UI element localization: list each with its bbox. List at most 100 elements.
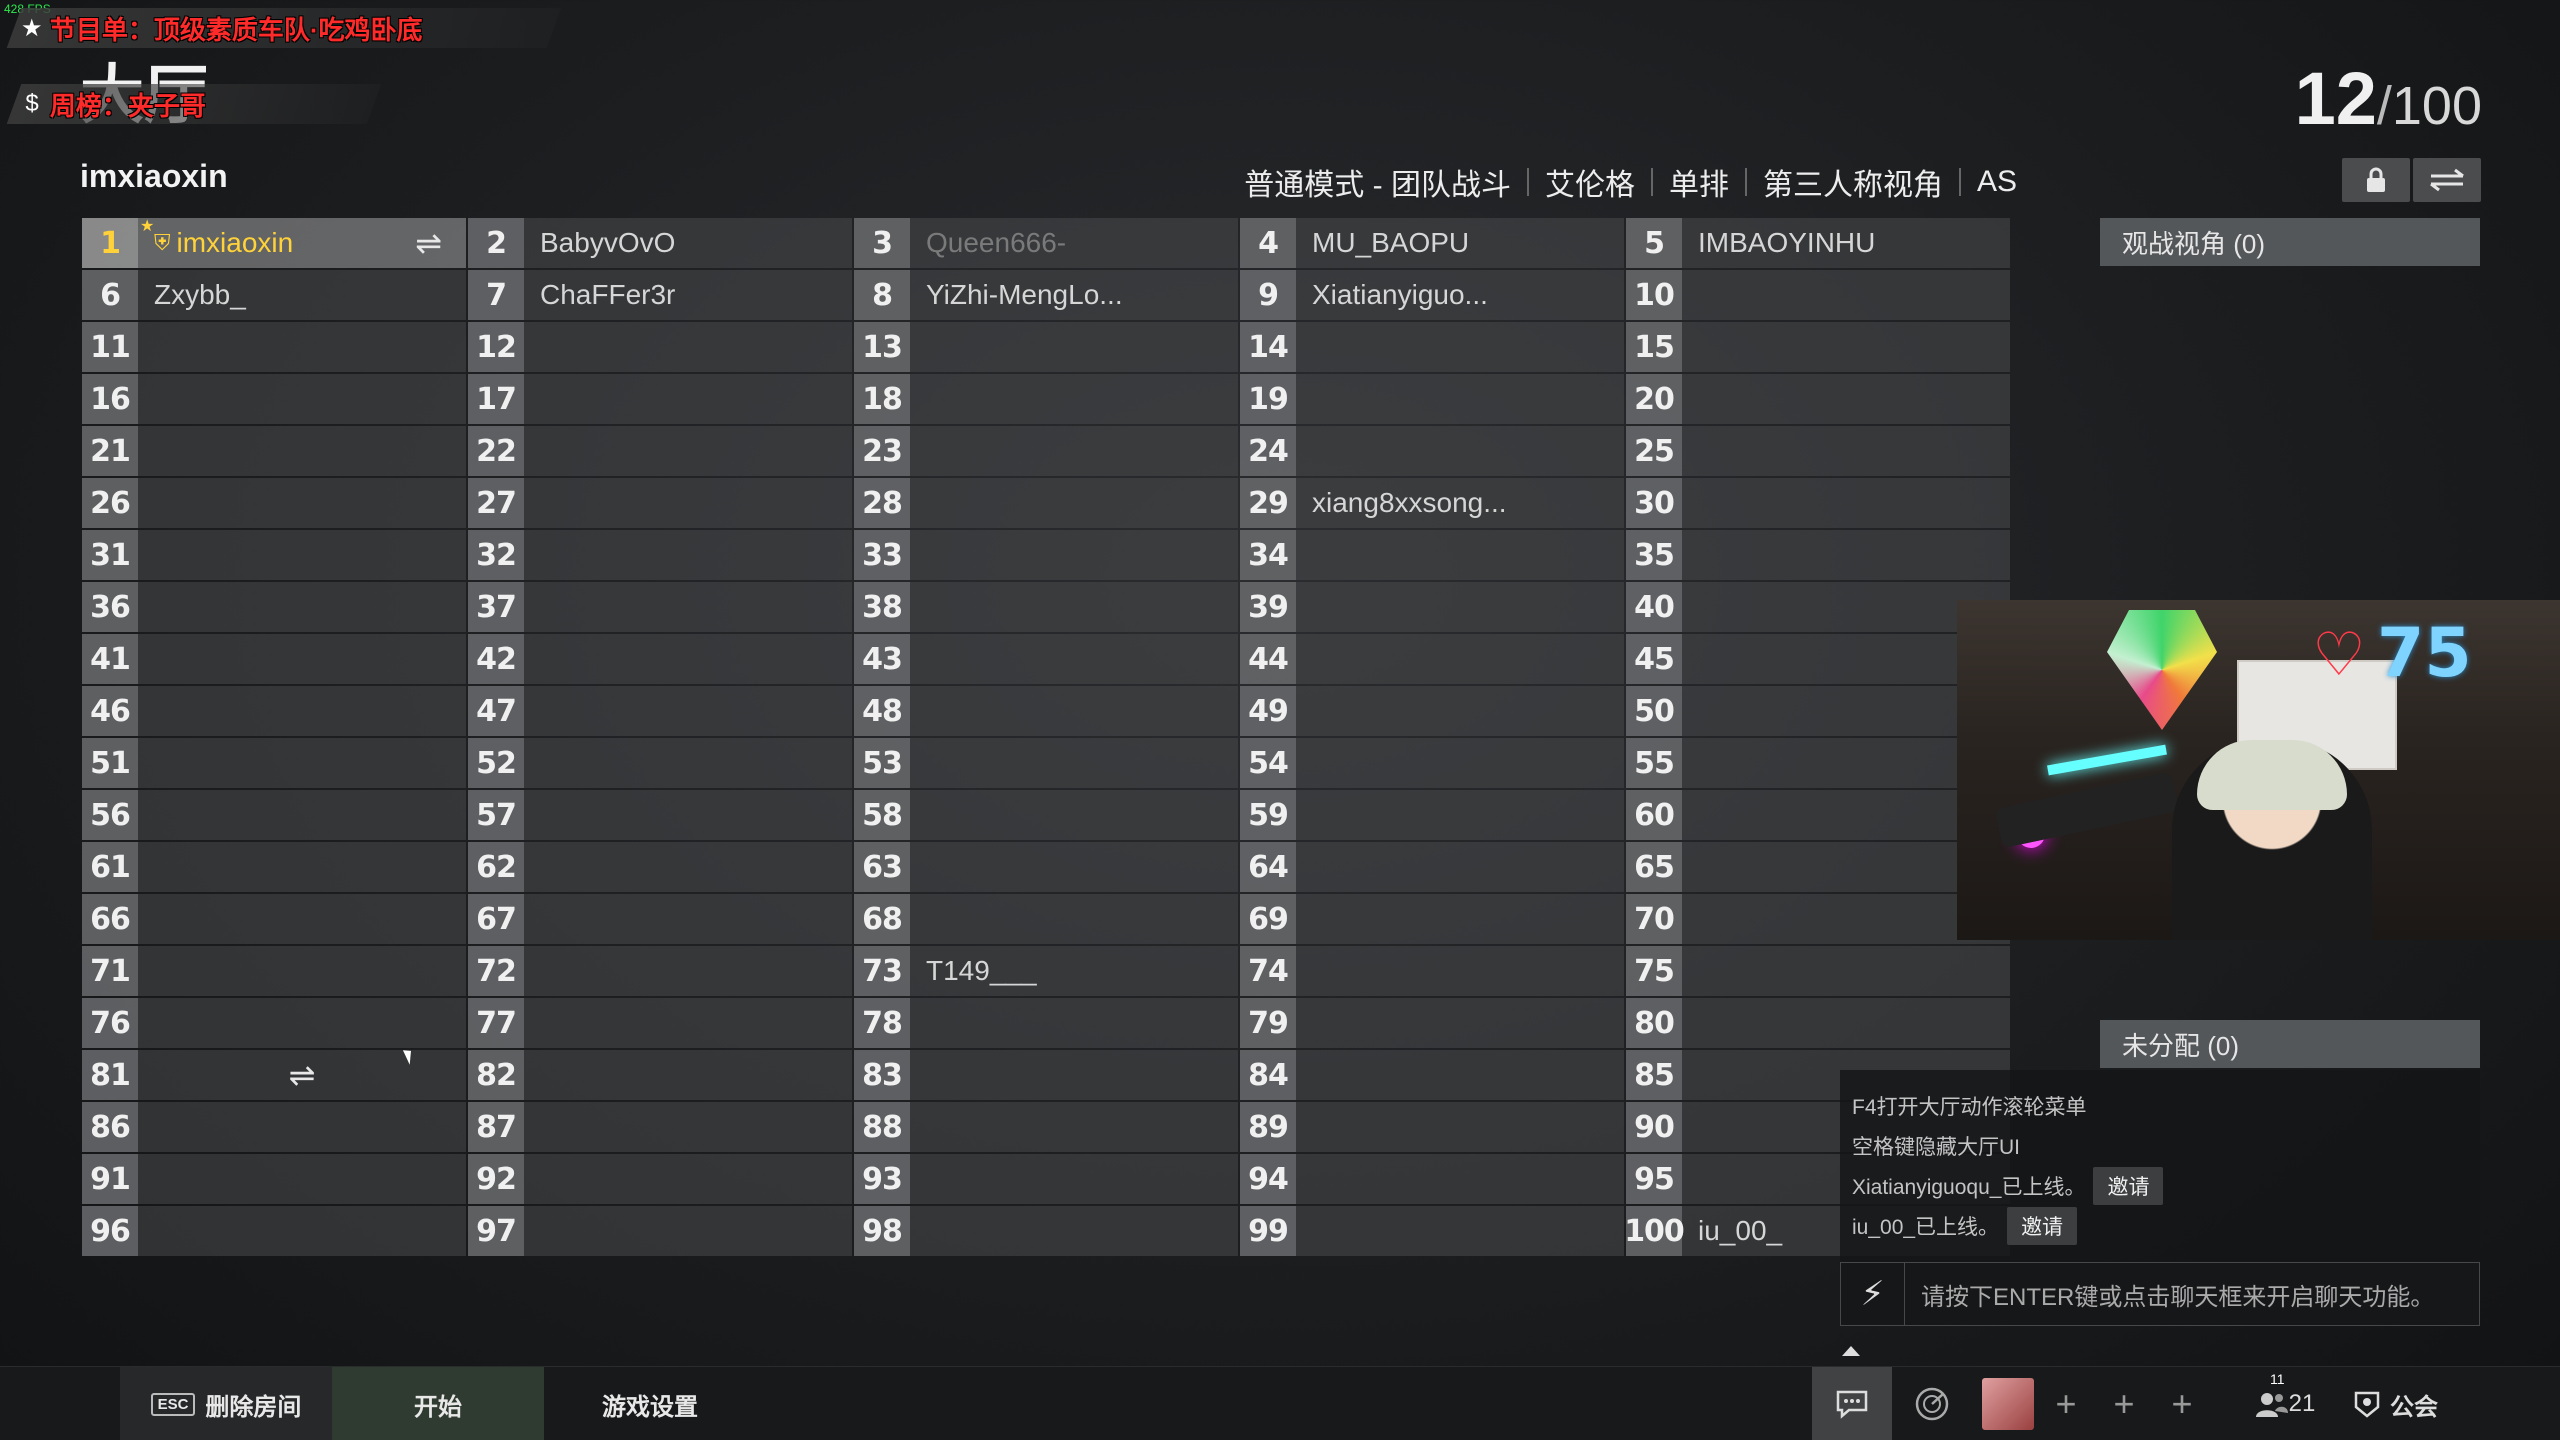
player-slot[interactable]: 13 bbox=[854, 322, 1238, 372]
player-slot[interactable]: 62 bbox=[468, 842, 852, 892]
player-slot[interactable]: 35 bbox=[1626, 530, 2010, 580]
radar-button[interactable] bbox=[1892, 1367, 1972, 1440]
player-slot[interactable]: 64 bbox=[1240, 842, 1624, 892]
player-slot[interactable]: 56 bbox=[82, 790, 466, 840]
player-slot[interactable]: 14 bbox=[1240, 322, 1624, 372]
player-slot[interactable]: 32 bbox=[468, 530, 852, 580]
invite-button[interactable]: 邀请 bbox=[2093, 1167, 2164, 1205]
player-slot[interactable]: 9 Xiatianyiguo... bbox=[1240, 270, 1624, 320]
player-slot[interactable]: 74 bbox=[1240, 946, 1624, 996]
add-party-member-button[interactable]: + bbox=[2038, 1367, 2094, 1440]
player-slot[interactable]: 53 bbox=[854, 738, 1238, 788]
player-slot[interactable]: 58 bbox=[854, 790, 1238, 840]
lightning-icon[interactable]: ⚡ bbox=[1841, 1263, 1905, 1325]
player-slot[interactable]: 43 bbox=[854, 634, 1238, 684]
player-slot[interactable]: 94 bbox=[1240, 1154, 1624, 1204]
player-slot[interactable]: 66 bbox=[82, 894, 466, 944]
game-settings-button[interactable]: 游戏设置 bbox=[544, 1367, 756, 1440]
player-slot[interactable]: 2 BabyvOvO bbox=[468, 218, 852, 268]
player-slot[interactable]: 5 IMBAOYINHU bbox=[1626, 218, 2010, 268]
player-slot[interactable]: 79 bbox=[1240, 998, 1624, 1048]
spectator-header[interactable]: 观战视角 (0) bbox=[2100, 218, 2480, 266]
player-slot[interactable]: 44 bbox=[1240, 634, 1624, 684]
player-slot[interactable]: 96 bbox=[82, 1206, 466, 1256]
player-slot[interactable]: 68 bbox=[854, 894, 1238, 944]
player-slot[interactable]: 73 T149___ bbox=[854, 946, 1238, 996]
player-slot[interactable]: 50 bbox=[1626, 686, 2010, 736]
player-slot[interactable]: 76 bbox=[82, 998, 466, 1048]
player-slot[interactable]: 3 Queen666- bbox=[854, 218, 1238, 268]
player-slot[interactable]: 40 bbox=[1626, 582, 2010, 632]
player-slot[interactable]: 61 bbox=[82, 842, 466, 892]
player-slot[interactable]: 84 bbox=[1240, 1050, 1624, 1100]
player-slot[interactable]: 69 bbox=[1240, 894, 1624, 944]
player-slot[interactable]: 21 bbox=[82, 426, 466, 476]
player-slot[interactable]: 23 bbox=[854, 426, 1238, 476]
player-slot[interactable]: 18 bbox=[854, 374, 1238, 424]
guild-button[interactable]: 公会 bbox=[2340, 1367, 2450, 1440]
player-slot[interactable]: 31 bbox=[82, 530, 466, 580]
player-slot[interactable]: 86 bbox=[82, 1102, 466, 1152]
player-slot[interactable]: 99 bbox=[1240, 1206, 1624, 1256]
player-slot[interactable]: 30 bbox=[1626, 478, 2010, 528]
player-slot[interactable]: 82 bbox=[468, 1050, 852, 1100]
player-slot[interactable]: 24 bbox=[1240, 426, 1624, 476]
player-slot[interactable]: 8 YiZhi-MengLo... bbox=[854, 270, 1238, 320]
player-slot[interactable]: 1 ★ ⛨ imxiaoxin ⇌ bbox=[82, 218, 466, 268]
player-slot[interactable]: 77 bbox=[468, 998, 852, 1048]
player-slot[interactable]: 39 bbox=[1240, 582, 1624, 632]
player-slot[interactable]: 33 bbox=[854, 530, 1238, 580]
player-slot[interactable]: 36 bbox=[82, 582, 466, 632]
player-slot[interactable]: 63 bbox=[854, 842, 1238, 892]
player-slot[interactable]: 65 bbox=[1626, 842, 2010, 892]
player-slot[interactable]: 75 bbox=[1626, 946, 2010, 996]
player-slot[interactable]: 19 bbox=[1240, 374, 1624, 424]
unassigned-header[interactable]: 未分配 (0) bbox=[2100, 1020, 2480, 1068]
player-slot[interactable]: 71 bbox=[82, 946, 466, 996]
player-slot[interactable]: 93 bbox=[854, 1154, 1238, 1204]
player-slot[interactable]: 88 bbox=[854, 1102, 1238, 1152]
player-slot[interactable]: 4 MU_BAOPU bbox=[1240, 218, 1624, 268]
swap-slot-icon[interactable]: ⇌ bbox=[415, 224, 442, 262]
player-slot[interactable]: 41 bbox=[82, 634, 466, 684]
swap-slot-icon[interactable]: ⇌ bbox=[289, 1056, 316, 1094]
chat-toggle-button[interactable] bbox=[1812, 1367, 1892, 1440]
player-slot[interactable]: 52 bbox=[468, 738, 852, 788]
player-slot[interactable]: 17 bbox=[468, 374, 852, 424]
player-slot[interactable]: 28 bbox=[854, 478, 1238, 528]
party-member-avatar[interactable] bbox=[1980, 1367, 2036, 1440]
player-slot[interactable]: 67 bbox=[468, 894, 852, 944]
player-slot[interactable]: 91 bbox=[82, 1154, 466, 1204]
friends-button[interactable]: 11 21 bbox=[2240, 1367, 2330, 1440]
player-slot[interactable]: 16 bbox=[82, 374, 466, 424]
chevron-up-icon[interactable] bbox=[1842, 1346, 1860, 1356]
lock-room-button[interactable] bbox=[2342, 158, 2410, 202]
player-slot[interactable]: 48 bbox=[854, 686, 1238, 736]
player-slot[interactable]: 59 bbox=[1240, 790, 1624, 840]
player-slot[interactable]: 7 ChaFFer3r bbox=[468, 270, 852, 320]
player-slot[interactable]: 12 bbox=[468, 322, 852, 372]
player-slot[interactable]: 25 bbox=[1626, 426, 2010, 476]
player-slot[interactable]: 49 bbox=[1240, 686, 1624, 736]
player-slot[interactable]: 27 bbox=[468, 478, 852, 528]
player-slot[interactable]: 60 bbox=[1626, 790, 2010, 840]
player-slot[interactable]: 55 bbox=[1626, 738, 2010, 788]
player-slot[interactable]: 78 bbox=[854, 998, 1238, 1048]
player-slot[interactable]: 83 bbox=[854, 1050, 1238, 1100]
player-slot[interactable]: 29 xiang8xxsong... bbox=[1240, 478, 1624, 528]
player-slot[interactable]: 15 bbox=[1626, 322, 2010, 372]
player-slot[interactable]: 22 bbox=[468, 426, 852, 476]
player-slot[interactable]: 34 bbox=[1240, 530, 1624, 580]
player-slot[interactable]: 38 bbox=[854, 582, 1238, 632]
player-slot[interactable]: 45 bbox=[1626, 634, 2010, 684]
player-slot[interactable]: 46 bbox=[82, 686, 466, 736]
player-slot[interactable]: 11 bbox=[82, 322, 466, 372]
start-button[interactable]: 开始 bbox=[332, 1367, 544, 1440]
player-slot[interactable]: 6 Zxybb_ bbox=[82, 270, 466, 320]
player-slot[interactable]: 10 bbox=[1626, 270, 2010, 320]
player-slot[interactable]: 51 bbox=[82, 738, 466, 788]
player-slot[interactable]: 92 bbox=[468, 1154, 852, 1204]
swap-team-button[interactable] bbox=[2413, 158, 2481, 202]
player-slot[interactable]: 37 bbox=[468, 582, 852, 632]
player-slot[interactable]: 57 bbox=[468, 790, 852, 840]
